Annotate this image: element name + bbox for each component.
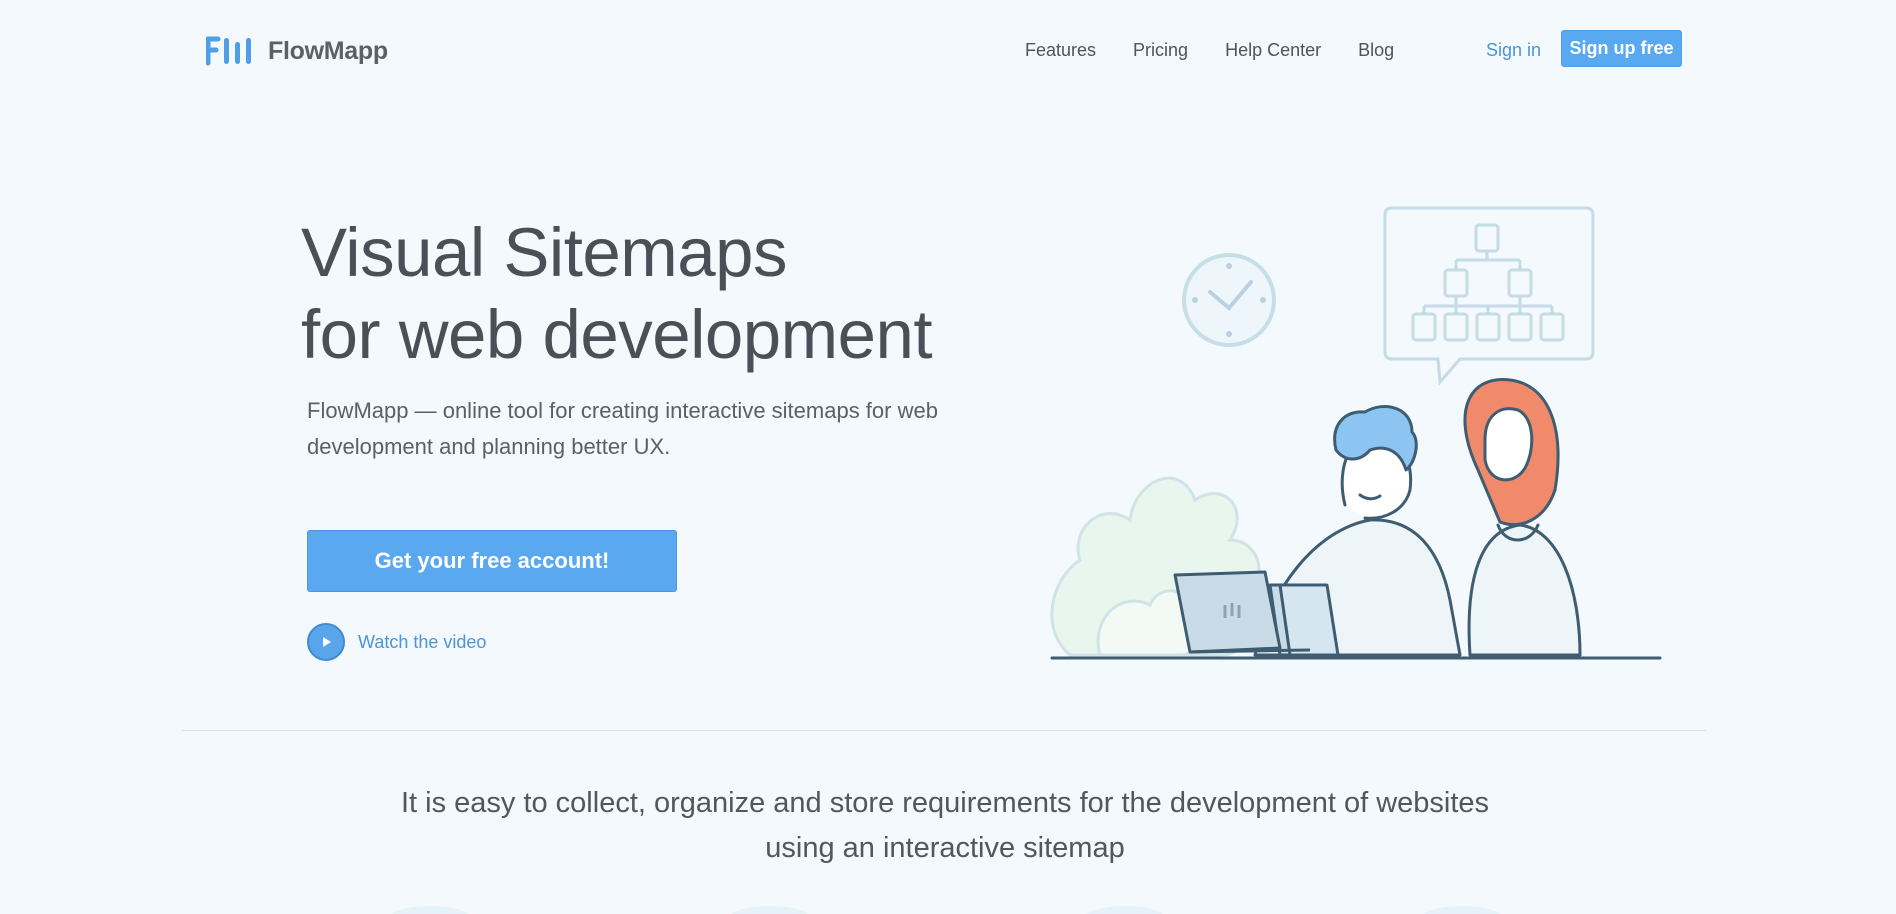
watch-video-link[interactable]: Watch the video [307, 623, 486, 661]
hero-title-line-2: for web development [301, 296, 933, 373]
flowmapp-logo-icon [206, 36, 251, 66]
hero-subtitle: FlowMapp — online tool for creating inte… [307, 398, 938, 459]
main-nav: Features Pricing Help Center Blog [1025, 38, 1431, 62]
landing-page: FlowMapp Features Pricing Help Center Bl… [0, 0, 1896, 914]
section-tagline: It is easy to collect, organize and stor… [400, 787, 1490, 864]
watch-video-label[interactable]: Watch the video [358, 632, 486, 653]
nav-help-center[interactable]: Help Center [1225, 38, 1321, 62]
nav-blog[interactable]: Blog [1358, 38, 1394, 62]
woman-illustration [1463, 378, 1582, 657]
hero-title-line-1: Visual Sitemaps [301, 214, 787, 291]
nav-features[interactable]: Features [1025, 38, 1096, 62]
play-icon[interactable] [307, 623, 345, 661]
feature-icons-peek [392, 906, 1500, 914]
hero-title: Visual Sitemaps for web development [301, 212, 933, 376]
sitemap-icon [1383, 206, 1595, 386]
logo-text: FlowMapp [268, 36, 388, 65]
nav-pricing[interactable]: Pricing [1133, 38, 1188, 62]
sign-in-link[interactable]: Sign in [1486, 38, 1541, 62]
section-divider [182, 730, 1706, 731]
man-illustration [1253, 405, 1462, 657]
hero-illustration [1050, 206, 1662, 660]
clock-icon [1182, 253, 1276, 347]
logo[interactable]: FlowMapp [206, 36, 388, 66]
get-free-account-button[interactable]: Get your free account! [307, 530, 677, 592]
sign-up-button[interactable]: Sign up free [1561, 30, 1682, 67]
